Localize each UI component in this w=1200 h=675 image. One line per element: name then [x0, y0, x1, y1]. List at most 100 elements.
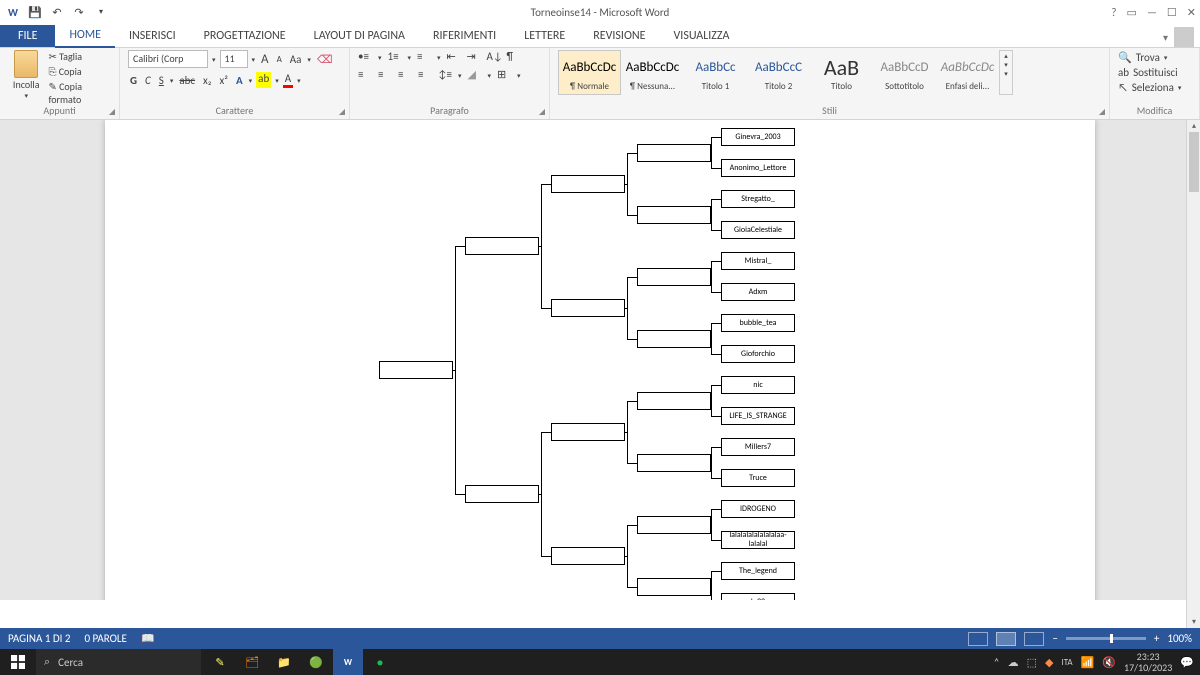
dialog-launcher-icon[interactable]: ◢ — [339, 107, 345, 117]
highlight-icon[interactable]: ab — [256, 72, 271, 88]
app-icon[interactable]: ✎ — [205, 649, 235, 675]
text-effects-icon[interactable]: A — [234, 74, 245, 87]
style-subtitle[interactable]: AaBbCcDSottotitolo — [873, 50, 936, 95]
start-button[interactable] — [0, 649, 36, 675]
scroll-down-icon[interactable]: ▾ — [1187, 616, 1200, 628]
help-icon[interactable]: ? — [1111, 6, 1116, 19]
tab-view[interactable]: VISUALIZZA — [660, 25, 744, 47]
app-icon[interactable]: 🗂 — [237, 649, 267, 675]
align-right-icon[interactable]: ≡ — [398, 68, 412, 82]
style-title[interactable]: AaBTitolo — [810, 50, 873, 95]
sort-icon[interactable]: A↓ — [487, 50, 501, 64]
styles-expand-icon[interactable]: ▾ — [1000, 69, 1012, 78]
superscript-icon[interactable]: x² — [218, 74, 230, 87]
find-button[interactable]: 🔍Trova ▾ — [1118, 51, 1191, 64]
save-icon[interactable]: 💾 — [28, 5, 42, 19]
dialog-launcher-icon[interactable]: ◢ — [109, 107, 115, 117]
zoom-slider[interactable] — [1066, 637, 1146, 640]
clear-formatting-icon[interactable]: ⌫ — [315, 53, 335, 66]
word-taskbar-icon[interactable]: W — [333, 649, 363, 675]
ribbon-display-icon[interactable]: ▭ — [1127, 6, 1137, 19]
web-layout-icon[interactable] — [1024, 632, 1044, 646]
undo-icon[interactable]: ↶ — [50, 5, 64, 19]
zoom-in-icon[interactable]: + — [1154, 632, 1159, 645]
maximize-button[interactable]: ☐ — [1167, 6, 1177, 19]
align-center-icon[interactable]: ≡ — [378, 68, 392, 82]
style-heading2[interactable]: AaBbCcCTitolo 2 — [747, 50, 810, 95]
replace-button[interactable]: abSostituisci — [1118, 66, 1191, 79]
underline-button[interactable]: S — [157, 74, 166, 87]
style-emphasis[interactable]: AaBbCcDcEnfasi deli... — [936, 50, 999, 95]
close-button[interactable]: ✕ — [1187, 6, 1196, 19]
word-count[interactable]: 0 PAROLE — [84, 632, 126, 645]
subscript-icon[interactable]: x₂ — [201, 74, 213, 87]
vertical-scrollbar[interactable]: ▴ ▾ — [1186, 120, 1200, 628]
tab-review[interactable]: REVISIONE — [579, 25, 659, 47]
dialog-launcher-icon[interactable]: ◢ — [1099, 107, 1105, 117]
style-nospacing[interactable]: AaBbCcDc¶ Nessuna... — [621, 50, 684, 95]
shrink-font-icon[interactable]: A — [275, 54, 284, 65]
justify-icon[interactable]: ≡ — [418, 68, 432, 82]
style-heading1[interactable]: AaBbCcTitolo 1 — [684, 50, 747, 95]
strikethrough-icon[interactable]: abc — [177, 74, 197, 87]
onedrive-icon[interactable]: ☁ — [1008, 656, 1019, 669]
print-layout-icon[interactable] — [996, 632, 1016, 646]
italic-button[interactable]: C — [143, 74, 153, 87]
language-icon[interactable]: ITA — [1061, 657, 1072, 668]
tab-mailings[interactable]: LETTERE — [510, 25, 579, 47]
tab-layout[interactable]: LAYOUT DI PAGINA — [300, 25, 419, 47]
numbering-icon[interactable]: 1≡ — [388, 50, 402, 64]
minimize-button[interactable]: — — [1147, 6, 1157, 19]
font-size-input[interactable]: 11 — [220, 50, 248, 68]
spotify-icon[interactable]: ● — [365, 649, 395, 675]
tray-icon[interactable]: ⬚ — [1027, 656, 1037, 669]
explorer-icon[interactable]: 📁 — [269, 649, 299, 675]
account-area[interactable]: ▾ — [1163, 27, 1200, 47]
dialog-launcher-icon[interactable]: ◢ — [539, 107, 545, 117]
tab-file[interactable]: FILE — [0, 25, 55, 47]
borders-icon[interactable]: ⊞ — [497, 68, 511, 82]
styles-scroll-down-icon[interactable]: ▾ — [1000, 60, 1012, 69]
zoom-out-icon[interactable]: − — [1052, 632, 1057, 645]
tab-design[interactable]: PROGETTAZIONE — [190, 25, 300, 47]
zoom-level[interactable]: 100% — [1167, 632, 1192, 645]
proofing-icon[interactable]: 📖 — [141, 632, 155, 645]
scrollbar-thumb[interactable] — [1189, 132, 1199, 192]
styles-scroll-up-icon[interactable]: ▴ — [1000, 51, 1012, 60]
decrease-indent-icon[interactable]: ⇤ — [447, 50, 461, 64]
font-color-icon[interactable]: A — [283, 72, 293, 88]
align-left-icon[interactable]: ≡ — [358, 68, 372, 82]
read-mode-icon[interactable] — [968, 632, 988, 646]
cut-button[interactable]: Taglia — [48, 50, 111, 63]
shading-icon[interactable]: ◢ — [468, 68, 482, 82]
paste-button[interactable]: Incolla ▾ — [8, 50, 44, 106]
scroll-up-icon[interactable]: ▴ — [1187, 120, 1200, 132]
show-marks-icon[interactable]: ¶ — [507, 50, 521, 64]
style-normal[interactable]: AaBbCcDc¶ Normale — [558, 50, 621, 95]
tray-icon[interactable]: ◆ — [1045, 656, 1053, 669]
copy-button[interactable]: Copia — [48, 65, 111, 78]
select-button[interactable]: ↖Seleziona ▾ — [1118, 81, 1191, 94]
bullets-icon[interactable]: •≡ — [358, 50, 372, 64]
tray-expand-icon[interactable]: ˄ — [994, 656, 1000, 669]
page-indicator[interactable]: PAGINA 1 DI 2 — [8, 632, 70, 645]
taskbar-search[interactable]: ⌕ Cerca — [36, 649, 201, 675]
grow-font-icon[interactable]: A — [259, 52, 271, 67]
tab-insert[interactable]: INSERISCI — [115, 25, 190, 47]
tab-home[interactable]: HOME — [55, 24, 115, 48]
page[interactable]: Ginevra_2003Anonimo_LettoreStregatto_Gio… — [105, 120, 1095, 600]
format-painter-button[interactable]: Copia formato — [48, 80, 111, 106]
notifications-icon[interactable]: 💬 — [1180, 656, 1194, 669]
clock[interactable]: 23:2317/10/2023 — [1124, 651, 1172, 673]
chrome-icon[interactable]: 🟢 — [301, 649, 331, 675]
bold-button[interactable]: G — [128, 74, 139, 87]
redo-icon[interactable]: ↷ — [72, 5, 86, 19]
increase-indent-icon[interactable]: ⇥ — [467, 50, 481, 64]
line-spacing-icon[interactable]: ↕≡ — [438, 68, 452, 82]
font-name-input[interactable]: Calibri (Corp — [128, 50, 208, 68]
qat-customize-icon[interactable]: ▾ — [94, 5, 108, 19]
wifi-icon[interactable]: 📶 — [1081, 656, 1095, 669]
tab-references[interactable]: RIFERIMENTI — [419, 25, 510, 47]
multilevel-icon[interactable]: ≡ — [417, 50, 431, 64]
volume-icon[interactable]: 🔇 — [1102, 656, 1116, 669]
